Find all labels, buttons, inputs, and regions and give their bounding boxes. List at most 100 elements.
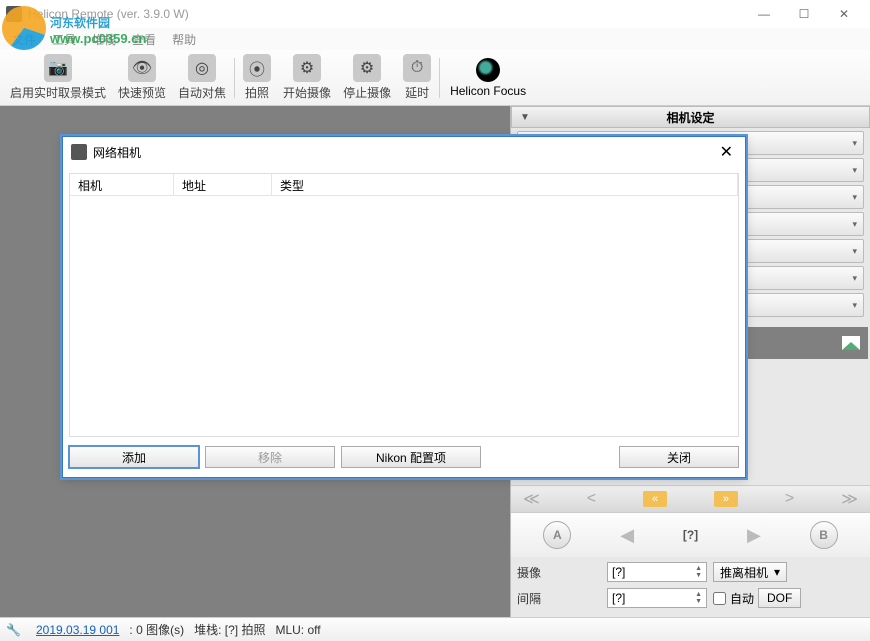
recording-direction-dropdown[interactable]: 推离相机 ▾ — [713, 562, 787, 582]
interval-row: 间隔 [?] ▲▼ 自动 DOF — [517, 587, 864, 609]
interval-auto-label: 自动 — [730, 590, 754, 607]
ab-bracket-band: A ◀ [?] ▶ B — [511, 513, 870, 557]
dialog-titlebar: 网络相机 ✕ — [63, 137, 745, 167]
toolbar-separator — [234, 58, 235, 98]
chevron-down-icon: ▾ — [774, 565, 780, 579]
table-header-row: 相机 地址 类型 — [70, 174, 738, 196]
window-title: Helicon Remote (ver. 3.9.0 W) — [28, 7, 744, 21]
dialog-buttons: 添加 移除 Nikon 配置项 关闭 — [69, 443, 739, 471]
wrench-icon[interactable]: 🔧 — [6, 623, 20, 637]
menu-stack[interactable]: 堆栈 — [84, 31, 124, 48]
collapse-icon: ▼ — [520, 112, 530, 123]
recording-value: [?] — [612, 565, 625, 579]
helicon-focus-button[interactable]: Helicon Focus — [442, 56, 534, 100]
recording-spinner[interactable]: [?] ▲▼ — [607, 562, 707, 582]
helicon-focus-icon — [476, 58, 500, 82]
arrow-left-icon[interactable]: ◀ — [620, 525, 634, 546]
record-icon: ⚙ — [293, 54, 321, 82]
prev-icon[interactable]: < — [587, 490, 596, 508]
titlebar: Helicon Remote (ver. 3.9.0 W) — ☐ ✕ — [0, 0, 870, 28]
shoot-icon: ⦿ — [243, 54, 271, 82]
stoprec-label: 停止摄像 — [343, 84, 391, 101]
menubar: 文件 工具 堆栈 查看 帮助 — [0, 28, 870, 50]
bracket-center-value: [?] — [683, 528, 698, 542]
spin-arrows-icon: ▲▼ — [695, 591, 702, 605]
step-left-badge[interactable]: « — [643, 491, 667, 507]
nikon-config-button[interactable]: Nikon 配置项 — [341, 446, 481, 468]
menu-tools[interactable]: 工具 — [44, 31, 84, 48]
recording-label: 摄像 — [517, 564, 607, 581]
camera-icon — [71, 144, 87, 160]
liveview-button[interactable]: 📷 启用实时取景模式 — [4, 52, 112, 103]
toolbar-separator — [439, 58, 440, 98]
chevron-down-icon: ▾ — [852, 300, 857, 311]
liveview-icon: 📷 — [44, 54, 72, 82]
close-window-button[interactable]: ✕ — [824, 0, 864, 28]
chevron-down-icon: ▾ — [852, 138, 857, 149]
next-icon[interactable]: > — [785, 490, 794, 508]
remove-button[interactable]: 移除 — [205, 446, 335, 468]
arrow-right-icon[interactable]: ▶ — [747, 525, 761, 546]
close-button[interactable]: 关闭 — [619, 446, 739, 468]
image-icon — [842, 336, 860, 350]
forward-icon[interactable]: ≫ — [841, 489, 858, 509]
rewind-icon[interactable]: ≪ — [523, 489, 540, 509]
shoot-button[interactable]: ⦿ 拍照 — [237, 52, 277, 103]
dof-button[interactable]: DOF — [758, 588, 801, 608]
minimize-button[interactable]: — — [744, 0, 784, 28]
app-icon — [6, 6, 22, 22]
statusbar: 🔧 2019.03.19 001 : 0 图像(s) 堆栈: [?] 拍照 ML… — [0, 617, 870, 641]
interval-label: 间隔 — [517, 590, 607, 607]
dialog-close-icon[interactable]: ✕ — [716, 142, 737, 162]
chevron-down-icon: ▾ — [852, 165, 857, 176]
chevron-down-icon: ▾ — [852, 273, 857, 284]
interval-spinner[interactable]: [?] ▲▼ — [607, 588, 707, 608]
camera-table: 相机 地址 类型 — [69, 173, 739, 437]
menu-file[interactable]: 文件 — [4, 31, 44, 48]
status-session-link[interactable]: 2019.03.19 001 — [36, 623, 119, 637]
startrec-label: 开始摄像 — [283, 84, 331, 101]
helicon-focus-label: Helicon Focus — [450, 84, 526, 98]
add-button[interactable]: 添加 — [69, 446, 199, 468]
status-mlu: MLU: off — [275, 623, 320, 637]
interval-auto-checkbox[interactable] — [713, 592, 726, 605]
delay-icon: ⏱ — [403, 54, 431, 82]
chevron-down-icon: ▾ — [852, 246, 857, 257]
maximize-button[interactable]: ☐ — [784, 0, 824, 28]
point-b-button[interactable]: B — [810, 521, 838, 549]
form-rows: 摄像 [?] ▲▼ 推离相机 ▾ 间隔 [?] ▲▼ 自动 — [511, 557, 870, 617]
startrec-button[interactable]: ⚙ 开始摄像 — [277, 52, 337, 103]
column-camera[interactable]: 相机 — [70, 174, 174, 195]
preview-button[interactable]: 👁 快速预览 — [112, 52, 172, 103]
recording-extra-label: 推离相机 — [720, 564, 768, 581]
status-stack: 堆栈: [?] 拍照 — [194, 621, 265, 638]
dialog-title-text: 网络相机 — [93, 144, 716, 161]
chevron-down-icon: ▾ — [852, 219, 857, 230]
column-address[interactable]: 地址 — [174, 174, 272, 195]
autofocus-label: 自动对焦 — [178, 84, 226, 101]
preview-label: 快速预览 — [118, 84, 166, 101]
delay-button[interactable]: ⏱ 延时 — [397, 52, 437, 103]
toolbar: 📷 启用实时取景模式 👁 快速预览 ◎ 自动对焦 ⦿ 拍照 ⚙ 开始摄像 ⚙ 停… — [0, 50, 870, 106]
interval-value: [?] — [612, 591, 625, 605]
dialog-body: 相机 地址 类型 添加 移除 Nikon 配置项 关闭 — [63, 167, 745, 477]
camera-settings-header[interactable]: ▼ 相机设定 — [511, 106, 870, 128]
liveview-label: 启用实时取景模式 — [10, 84, 106, 101]
network-camera-dialog: 网络相机 ✕ 相机 地址 类型 添加 移除 Nikon 配置项 关闭 — [62, 136, 746, 478]
delay-label: 延时 — [405, 84, 429, 101]
column-type[interactable]: 类型 — [272, 174, 738, 195]
menu-view[interactable]: 查看 — [124, 31, 164, 48]
step-arrow-band: ≪ < « » > ≫ — [511, 485, 870, 513]
autofocus-button[interactable]: ◎ 自动对焦 — [172, 52, 232, 103]
status-images: : 0 图像(s) — [129, 621, 184, 638]
point-a-button[interactable]: A — [543, 521, 571, 549]
preview-icon: 👁 — [128, 54, 156, 82]
menu-help[interactable]: 帮助 — [164, 31, 204, 48]
stoprec-button[interactable]: ⚙ 停止摄像 — [337, 52, 397, 103]
spin-arrows-icon: ▲▼ — [695, 565, 702, 579]
chevron-down-icon: ▾ — [852, 192, 857, 203]
stop-icon: ⚙ — [353, 54, 381, 82]
shoot-label: 拍照 — [245, 84, 269, 101]
step-right-badge[interactable]: » — [714, 491, 738, 507]
recording-row: 摄像 [?] ▲▼ 推离相机 ▾ — [517, 561, 864, 583]
